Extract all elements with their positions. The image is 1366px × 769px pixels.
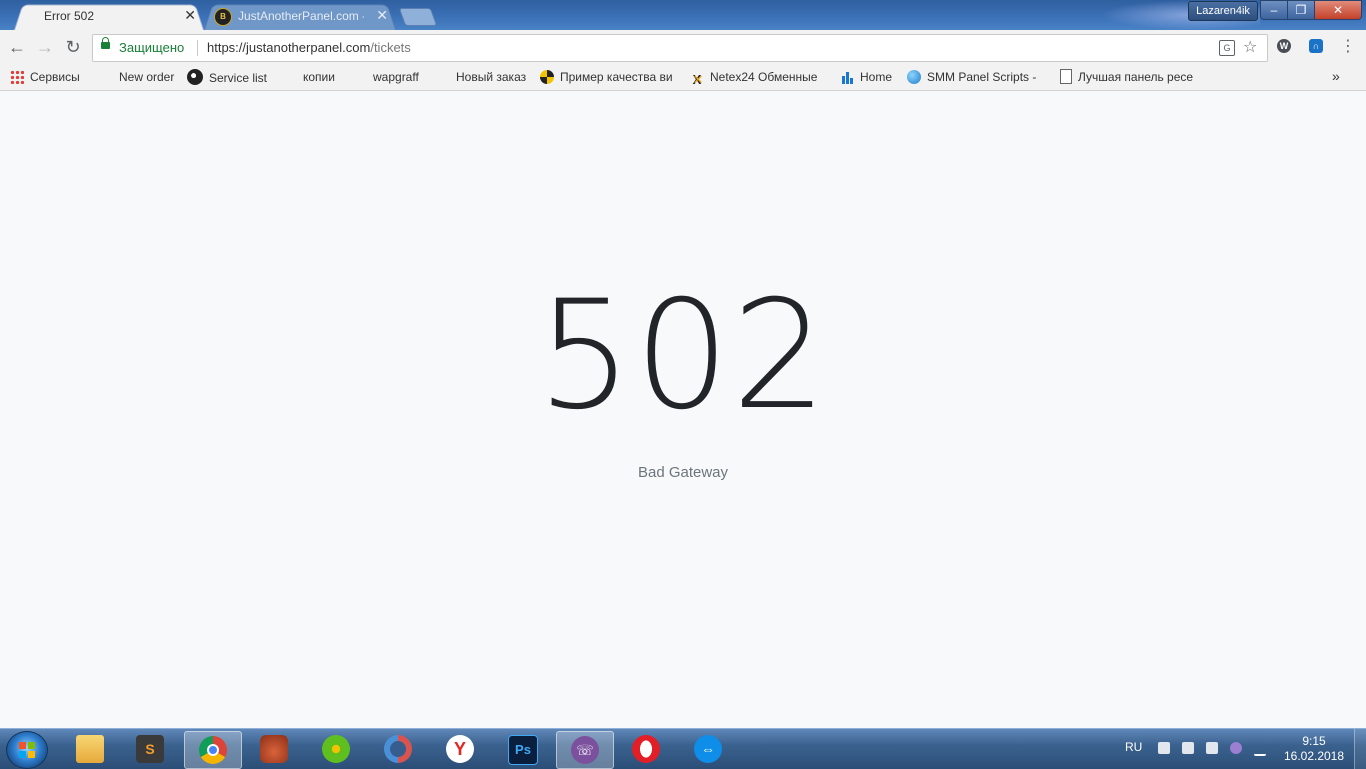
bookmark-service-list[interactable]: Service list xyxy=(187,69,275,85)
address-bar[interactable]: Защищено https://justanotherpanel.com/ti… xyxy=(92,34,1268,62)
globe-icon xyxy=(907,70,921,84)
bookmark-star-icon[interactable]: ☆ xyxy=(1243,37,1257,57)
bookmark-quality-example[interactable]: Пример качества ви xyxy=(540,69,674,85)
reload-icon[interactable]: ↻ xyxy=(62,36,84,58)
teamviewer-icon: ⇔ xyxy=(694,735,722,763)
error-message: Bad Gateway xyxy=(637,464,729,481)
bookmark-home[interactable]: Home xyxy=(840,69,900,85)
windows-logo-icon xyxy=(19,742,35,758)
tab-close-icon[interactable]: ✕ xyxy=(184,8,196,22)
bookmark-label: Netex24 Обменные xyxy=(710,70,818,84)
taskbar-yandex-browser[interactable]: Y xyxy=(432,731,488,767)
bookmark-new-order[interactable]: New order xyxy=(119,69,181,85)
bookmark-label: Home xyxy=(860,70,893,84)
extension-w-icon[interactable]: W xyxy=(1277,39,1291,53)
back-arrow-icon[interactable]: ← xyxy=(6,36,28,58)
lock-icon[interactable] xyxy=(101,37,110,49)
bookmark-label: New order xyxy=(119,70,175,84)
bookmark-label: wapgraff xyxy=(373,70,419,84)
apps-grid-icon xyxy=(10,70,24,84)
error-code: 502 xyxy=(536,269,830,443)
photoshop-icon: Ps xyxy=(508,735,538,765)
network-error-icon[interactable] xyxy=(1206,742,1218,754)
netex-x-icon: X xyxy=(690,72,704,85)
bookmark-smm-panel-scripts[interactable]: SMM Panel Scripts - xyxy=(907,69,1045,85)
system-clock[interactable]: 9:15 16.02.2018 xyxy=(1282,734,1346,764)
bookmark-label: Лучшая панель ресе xyxy=(1078,70,1194,84)
taskbar-icq[interactable] xyxy=(308,731,364,767)
volume-muted-icon[interactable] xyxy=(1182,742,1194,754)
opera-icon xyxy=(632,735,660,763)
keyboard-language[interactable]: RU xyxy=(1125,740,1142,754)
taskbar-viber[interactable]: ☏ xyxy=(556,731,614,769)
viber-icon: ☏ xyxy=(571,736,599,764)
window-maximize-button[interactable]: ❐ xyxy=(1287,0,1315,20)
bar-chart-icon xyxy=(840,70,854,84)
url-host: https://justanotherpanel.com xyxy=(207,40,371,55)
clock-time: 9:15 xyxy=(1302,734,1326,748)
bookmark-label: SMM Panel Scripts - xyxy=(927,70,1037,84)
url-text[interactable]: https://justanotherpanel.com/tickets xyxy=(207,40,411,55)
forward-arrow-icon[interactable]: → xyxy=(34,36,56,58)
chrome-icon xyxy=(199,736,227,764)
yandex-icon: Y xyxy=(446,735,474,763)
bookmark-best-reseller-panel[interactable]: Лучшая панель ресе xyxy=(1060,69,1195,85)
address-separator xyxy=(197,40,198,56)
taskbar-opera[interactable] xyxy=(618,731,674,767)
new-tab-button[interactable] xyxy=(398,8,438,26)
bookmark-label: копии xyxy=(303,70,335,84)
folder-icon xyxy=(76,735,104,763)
document-icon xyxy=(1060,69,1072,84)
windows-taskbar: S Y Ps ☏ ⇔ RU 9:15 16.02.2018 xyxy=(0,728,1366,769)
viber-tray-icon[interactable] xyxy=(1230,742,1242,754)
taskbar-game[interactable] xyxy=(246,731,302,767)
translate-icon[interactable]: G xyxy=(1219,40,1235,56)
browser-menu-icon[interactable]: ⋮ xyxy=(1340,36,1356,58)
secure-label[interactable]: Защищено xyxy=(119,40,184,55)
bookmark-new-zakaz[interactable]: Новый заказ xyxy=(456,69,530,85)
taskbar-sublime-text[interactable]: S xyxy=(122,731,178,767)
bookmark-wapgraff[interactable]: wapgraff xyxy=(373,69,429,85)
window-minimize-button[interactable]: – xyxy=(1260,0,1288,20)
icq-icon xyxy=(322,735,350,763)
show-desktop-button[interactable] xyxy=(1354,729,1366,769)
hazard-icon xyxy=(540,70,554,84)
bookmark-netex24[interactable]: X Netex24 Обменные xyxy=(690,69,826,85)
window-close-button[interactable]: ✕ xyxy=(1314,0,1362,20)
taskbar-teamviewer[interactable]: ⇔ xyxy=(680,731,736,767)
start-button[interactable] xyxy=(6,731,48,769)
tab-title: JustAnotherPanel.com - ! xyxy=(238,9,364,23)
soccer-ball-icon xyxy=(187,69,203,85)
colosseum-icon xyxy=(260,735,288,763)
usb-device-icon[interactable] xyxy=(1158,742,1170,754)
profile-user-button[interactable]: Lazaren4ik xyxy=(1188,1,1258,21)
tab-title: Error 502 xyxy=(44,9,95,23)
bookmark-services[interactable]: Сервисы xyxy=(10,69,100,85)
extension-c-icon[interactable]: ∩ xyxy=(1309,39,1323,53)
taskbar-file-explorer[interactable] xyxy=(62,731,118,767)
browser-titlebar: Error 502 ✕ B JustAnotherPanel.com - ! ✕… xyxy=(0,0,1366,30)
bookmark-kopii[interactable]: копии xyxy=(303,69,347,85)
signal-strength-icon[interactable] xyxy=(1254,742,1266,756)
clock-date: 16.02.2018 xyxy=(1283,749,1345,763)
tab-error-502[interactable]: Error 502 ✕ xyxy=(14,2,204,30)
browser-toolbar: ← → ↻ Защищено https://justanotherpanel.… xyxy=(0,30,1366,64)
site-favicon-icon: B xyxy=(214,8,232,26)
taskbar-google-chrome[interactable] xyxy=(184,731,242,769)
bookmark-label: Сервисы xyxy=(30,70,80,84)
bookmark-label: Пример качества ви xyxy=(560,70,673,84)
page-content: 502 Bad Gateway xyxy=(0,91,1366,728)
bookmarks-bar: Сервисы New order Service list копии wap… xyxy=(0,64,1366,91)
url-path: /tickets xyxy=(370,40,411,55)
taskbar-photoshop[interactable]: Ps xyxy=(494,731,550,767)
sync-icon xyxy=(384,735,412,763)
bookmark-label: Service list xyxy=(209,71,268,85)
tab-close-icon[interactable]: ✕ xyxy=(376,8,388,22)
bookmarks-overflow-icon[interactable]: » xyxy=(1332,68,1340,84)
tab-justanotherpanel[interactable]: B JustAnotherPanel.com - ! ✕ xyxy=(204,2,396,30)
sublime-icon: S xyxy=(136,735,164,763)
taskbar-sync-app[interactable] xyxy=(370,731,426,767)
bookmark-label: Новый заказ xyxy=(456,70,527,84)
